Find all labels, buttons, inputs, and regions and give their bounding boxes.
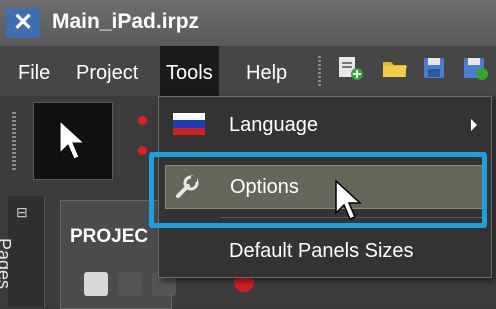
pointer-arrow-icon xyxy=(59,119,86,160)
toolbar-grip xyxy=(318,56,321,88)
red-handle-icon xyxy=(138,146,147,155)
pages-tab-icon: ⊟ xyxy=(16,204,28,220)
app-tools-icon: ✕ xyxy=(6,8,40,38)
pointer-tool-button[interactable] xyxy=(33,102,113,180)
window-title: Main_iPad.irpz xyxy=(52,10,200,33)
menu-project[interactable]: Project xyxy=(70,46,144,96)
highlight-box xyxy=(149,152,487,228)
menu-tools[interactable]: Tools xyxy=(160,46,219,96)
add-page-icon[interactable] xyxy=(84,272,108,296)
menu-item-default-panels-sizes[interactable]: Default Panels Sizes xyxy=(159,229,491,273)
project-panel-header: PROJEC xyxy=(70,226,149,247)
menu-bar: File Project Tools Help xyxy=(0,46,496,96)
pages-tab-label: Pages xyxy=(0,238,14,290)
menu-file[interactable]: File xyxy=(12,46,56,96)
red-handle-icon xyxy=(138,116,147,125)
save-icon[interactable] xyxy=(420,54,450,82)
submenu-arrow-icon xyxy=(471,119,477,131)
menu-item-language-label: Language xyxy=(229,114,318,136)
mouse-cursor-icon xyxy=(334,179,364,228)
copy-page-icon[interactable] xyxy=(118,272,142,296)
new-page-icon[interactable] xyxy=(336,54,366,82)
menu-item-default-panels-sizes-label: Default Panels Sizes xyxy=(229,240,414,262)
save-all-icon[interactable] xyxy=(460,54,490,82)
russian-flag-icon xyxy=(173,113,205,141)
menu-item-language[interactable]: Language xyxy=(159,103,491,147)
menu-help[interactable]: Help xyxy=(240,46,293,96)
tools-grip xyxy=(12,112,16,172)
open-folder-icon[interactable] xyxy=(380,54,410,82)
title-bar: ✕ Main_iPad.irpz xyxy=(0,0,496,46)
